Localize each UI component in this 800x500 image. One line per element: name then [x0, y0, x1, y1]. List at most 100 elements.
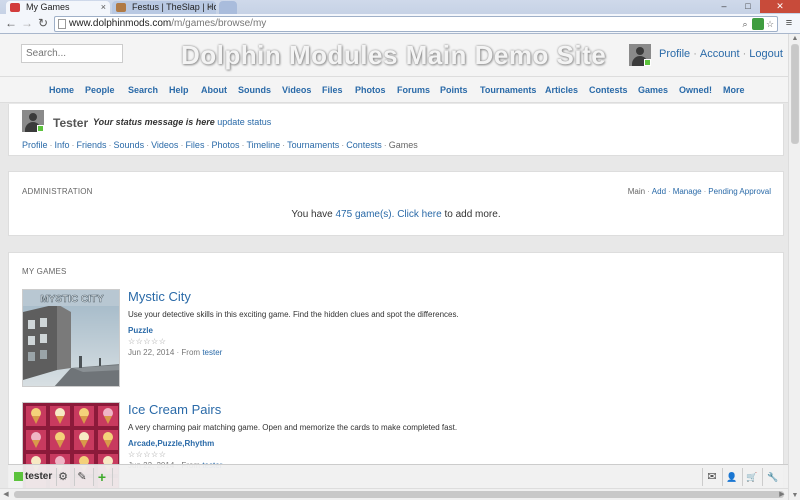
game-description: A very charming pair matching game. Open…	[128, 423, 458, 432]
header-avatar[interactable]	[629, 44, 651, 66]
search-input[interactable]	[21, 44, 123, 63]
game-category-link[interactable]: Arcade,Puzzle,Rhythm	[128, 439, 214, 448]
person-icon[interactable]: 👤	[724, 468, 740, 486]
star-rating[interactable]: ☆☆☆☆☆	[128, 450, 166, 459]
subnav-profile[interactable]: Profile	[22, 140, 48, 150]
nav-more[interactable]: More	[723, 85, 745, 95]
admin-link-manage[interactable]: Manage	[673, 187, 702, 196]
subnav-files[interactable]: Files	[185, 140, 204, 150]
scroll-left-icon[interactable]: ◀	[0, 489, 12, 500]
address-bar[interactable]: www.dolphinmods.com/m/games/browse/my ⌕ …	[54, 16, 778, 32]
cart-icon[interactable]: 🛒	[744, 468, 760, 486]
admin-link-pending-approval[interactable]: Pending Approval	[708, 187, 771, 196]
main-nav: Home People Search Help About Sounds Vid…	[0, 76, 788, 103]
page-icon	[58, 19, 66, 29]
subnav-friends[interactable]: Friends	[77, 140, 107, 150]
nav-about[interactable]: About	[201, 85, 227, 95]
subnav-timeline[interactable]: Timeline	[246, 140, 280, 150]
separator: ·	[49, 140, 53, 150]
subnav-photos[interactable]: Photos	[211, 140, 239, 150]
subnav-sounds[interactable]: Sounds	[114, 140, 145, 150]
forward-button[interactable]: →	[20, 16, 34, 30]
separator: ·	[693, 48, 697, 60]
nav-articles[interactable]: Articles	[545, 85, 578, 95]
window-close-button[interactable]: ✕	[760, 0, 800, 13]
window-maximize-button[interactable]: □	[736, 0, 760, 13]
window-minimize-button[interactable]: –	[712, 0, 736, 13]
tab-my-games[interactable]: My Games ×	[6, 1, 110, 14]
nav-help[interactable]: Help	[169, 85, 189, 95]
nav-videos[interactable]: Videos	[282, 85, 311, 95]
vertical-scrollbar[interactable]: ▲ ▼	[788, 34, 800, 500]
back-button[interactable]: ←	[4, 16, 18, 30]
nav-photos[interactable]: Photos	[355, 85, 386, 95]
nav-files[interactable]: Files	[322, 85, 343, 95]
nav-home[interactable]: Home	[49, 85, 74, 95]
star-rating[interactable]: ☆☆☆☆☆	[128, 337, 166, 346]
tab-close-icon[interactable]: ×	[207, 1, 212, 13]
tab-title: Festus | TheSlap | Ho	[132, 2, 216, 12]
nav-games[interactable]: Games	[638, 85, 668, 95]
subnav-videos[interactable]: Videos	[151, 140, 178, 150]
nav-owned[interactable]: Owned!	[679, 85, 712, 95]
gear-icon[interactable]: ⚙	[55, 468, 71, 486]
subnav-contests[interactable]: Contests	[346, 140, 382, 150]
tab-close-icon[interactable]: ×	[101, 1, 106, 13]
scrollbar-thumb[interactable]	[791, 44, 799, 144]
reload-button[interactable]: ↻	[36, 16, 50, 30]
game-category-link[interactable]: Puzzle	[128, 326, 153, 335]
nav-points[interactable]: Points	[440, 85, 468, 95]
subnav-info[interactable]: Info	[55, 140, 70, 150]
logout-link[interactable]: Logout	[749, 48, 783, 60]
separator: ·	[146, 140, 150, 150]
user-menu: Profile · Account · Logout	[659, 48, 783, 60]
online-indicator	[644, 59, 651, 66]
game-author-link[interactable]: tester	[202, 348, 222, 357]
new-tab-button[interactable]	[219, 1, 237, 14]
separator: ·	[703, 187, 707, 196]
scroll-down-icon[interactable]: ▼	[789, 491, 800, 500]
wrench-icon[interactable]: 🔧	[765, 468, 781, 486]
browser-menu-icon[interactable]: ≡	[782, 16, 796, 30]
subnav-tournaments[interactable]: Tournaments	[287, 140, 339, 150]
scroll-up-icon[interactable]: ▲	[789, 34, 800, 43]
edit-icon[interactable]: ✎	[74, 468, 90, 486]
nav-search[interactable]: Search	[128, 85, 158, 95]
nav-sounds[interactable]: Sounds	[238, 85, 271, 95]
horizontal-scrollbar[interactable]: ◀ ▶	[0, 488, 788, 500]
update-status-link[interactable]: update status	[217, 117, 271, 127]
plus-icon[interactable]: +	[94, 468, 110, 486]
game-thumbnail-mystic-city[interactable]: MYSTIC CITY	[22, 289, 120, 387]
toolbar-username[interactable]: tester	[25, 470, 52, 484]
site-title[interactable]: Dolphin Modules Main Demo Site	[181, 40, 606, 71]
profile-link[interactable]: Profile	[659, 48, 690, 60]
status-message: Your status message is here update statu…	[93, 117, 271, 127]
scroll-right-icon[interactable]: ▶	[776, 489, 788, 500]
nav-contests[interactable]: Contests	[589, 85, 628, 95]
zoom-icon[interactable]: ⌕	[739, 18, 751, 30]
game-count-link[interactable]: 475 game(s).	[336, 209, 395, 220]
status-text: Your status message is here	[93, 117, 215, 127]
game-title-ice-cream-pairs[interactable]: Ice Cream Pairs	[128, 402, 221, 417]
bookmark-star-icon[interactable]: ☆	[764, 18, 776, 30]
nav-forums[interactable]: Forums	[397, 85, 430, 95]
account-link[interactable]: Account	[700, 48, 740, 60]
admin-link-add[interactable]: Add	[652, 187, 666, 196]
mystic-city-art: MYSTIC CITY	[23, 290, 119, 386]
profile-avatar[interactable]	[22, 110, 44, 132]
nav-tournaments[interactable]: Tournaments	[480, 85, 536, 95]
from-label: From	[181, 348, 201, 357]
nav-people[interactable]: People	[85, 85, 115, 95]
subnav-games-current: Games	[388, 140, 418, 150]
hscrollbar-thumb[interactable]	[14, 491, 784, 498]
mail-icon[interactable]: ✉	[704, 468, 720, 486]
profile-name[interactable]: Tester	[53, 116, 88, 130]
separator: ·	[176, 348, 180, 357]
profile-block: Tester Your status message is here updat…	[8, 104, 784, 156]
online-indicator	[37, 125, 44, 132]
click-here-link[interactable]: Click here	[397, 209, 441, 220]
game-title-mystic-city[interactable]: Mystic City	[128, 289, 191, 304]
tab-festus[interactable]: Festus | TheSlap | Ho ×	[112, 1, 216, 14]
divider	[112, 468, 113, 486]
extension-icon[interactable]	[752, 18, 764, 30]
